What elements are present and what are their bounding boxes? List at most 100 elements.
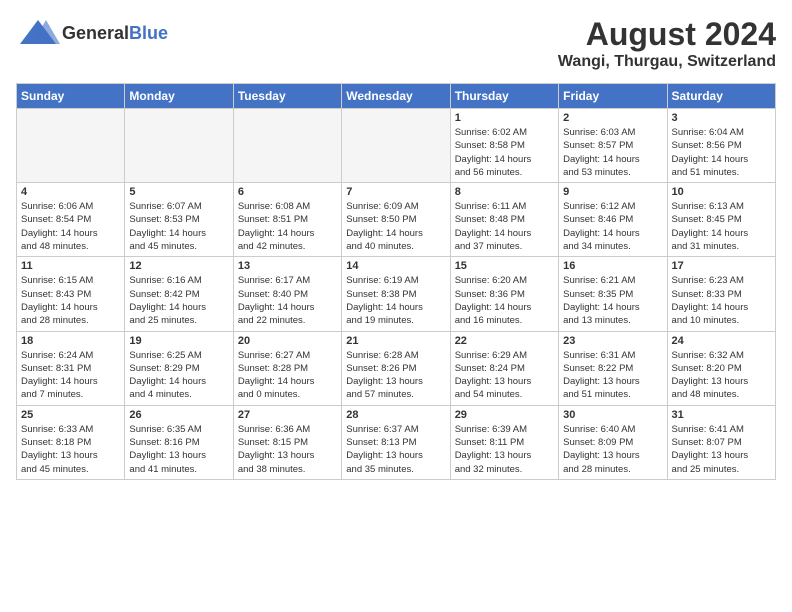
day-number: 26 [129, 409, 228, 421]
day-number: 7 [346, 186, 445, 198]
day-info: Sunrise: 6:37 AMSunset: 8:13 PMDaylight:… [346, 423, 445, 476]
calendar-cell: 17 Sunrise: 6:23 AMSunset: 8:33 PMDayligh… [667, 257, 775, 331]
day-number: 29 [455, 409, 554, 421]
day-number: 20 [238, 335, 337, 347]
day-info: Sunrise: 6:21 AMSunset: 8:35 PMDaylight:… [563, 274, 662, 327]
day-info: Sunrise: 6:40 AMSunset: 8:09 PMDaylight:… [563, 423, 662, 476]
day-header-monday: Monday [125, 84, 233, 109]
week-row-2: 4 Sunrise: 6:06 AMSunset: 8:54 PMDaylight… [17, 183, 776, 257]
day-info: Sunrise: 6:16 AMSunset: 8:42 PMDaylight:… [129, 274, 228, 327]
day-info: Sunrise: 6:36 AMSunset: 8:15 PMDaylight:… [238, 423, 337, 476]
day-info: Sunrise: 6:07 AMSunset: 8:53 PMDaylight:… [129, 200, 228, 253]
calendar-cell: 7 Sunrise: 6:09 AMSunset: 8:50 PMDaylight… [342, 183, 450, 257]
day-info: Sunrise: 6:20 AMSunset: 8:36 PMDaylight:… [455, 274, 554, 327]
day-info: Sunrise: 6:35 AMSunset: 8:16 PMDaylight:… [129, 423, 228, 476]
week-row-4: 18 Sunrise: 6:24 AMSunset: 8:31 PMDayligh… [17, 331, 776, 405]
day-info: Sunrise: 6:02 AMSunset: 8:58 PMDaylight:… [455, 126, 554, 179]
calendar-cell: 9 Sunrise: 6:12 AMSunset: 8:46 PMDaylight… [559, 183, 667, 257]
day-number: 16 [563, 260, 662, 272]
calendar-cell: 19 Sunrise: 6:25 AMSunset: 8:29 PMDayligh… [125, 331, 233, 405]
week-row-3: 11Sunrise: 6:15 AMSunset: 8:43 PMDayligh… [17, 257, 776, 331]
day-number: 12 [129, 260, 228, 272]
day-number: 18 [21, 335, 120, 347]
day-info: Sunrise: 6:11 AMSunset: 8:48 PMDaylight:… [455, 200, 554, 253]
day-info: Sunrise: 6:23 AMSunset: 8:33 PMDaylight:… [672, 274, 771, 327]
day-info: Sunrise: 6:31 AMSunset: 8:22 PMDaylight:… [563, 349, 662, 402]
calendar-cell [125, 109, 233, 183]
month-year: August 2024 [558, 16, 776, 53]
day-number: 3 [672, 112, 771, 124]
calendar-table: SundayMondayTuesdayWednesdayThursdayFrid… [16, 83, 776, 480]
day-info: Sunrise: 6:39 AMSunset: 8:11 PMDaylight:… [455, 423, 554, 476]
calendar-cell: 12 Sunrise: 6:16 AMSunset: 8:42 PMDayligh… [125, 257, 233, 331]
day-info: Sunrise: 6:24 AMSunset: 8:31 PMDaylight:… [21, 349, 120, 402]
day-number: 10 [672, 186, 771, 198]
calendar-cell: 5Sunrise: 6:07 AMSunset: 8:53 PMDaylight… [125, 183, 233, 257]
calendar-cell: 31Sunrise: 6:41 AMSunset: 8:07 PMDayligh… [667, 405, 775, 479]
day-number: 22 [455, 335, 554, 347]
logo-blue: Blue [129, 23, 168, 43]
day-info: Sunrise: 6:12 AMSunset: 8:46 PMDaylight:… [563, 200, 662, 253]
day-info: Sunrise: 6:32 AMSunset: 8:20 PMDaylight:… [672, 349, 771, 402]
day-info: Sunrise: 6:33 AMSunset: 8:18 PMDaylight:… [21, 423, 120, 476]
title-block: August 2024 Wangi, Thurgau, Switzerland [558, 16, 776, 71]
page-header: GeneralBlue August 2024 Wangi, Thurgau, … [16, 16, 776, 71]
calendar-cell [17, 109, 125, 183]
day-header-thursday: Thursday [450, 84, 558, 109]
day-number: 25 [21, 409, 120, 421]
calendar-cell [233, 109, 341, 183]
calendar-cell: 28 Sunrise: 6:37 AMSunset: 8:13 PMDayligh… [342, 405, 450, 479]
calendar-cell: 2Sunrise: 6:03 AMSunset: 8:57 PMDaylight… [559, 109, 667, 183]
calendar-cell: 11Sunrise: 6:15 AMSunset: 8:43 PMDayligh… [17, 257, 125, 331]
day-number: 8 [455, 186, 554, 198]
calendar-cell: 3 Sunrise: 6:04 AMSunset: 8:56 PMDaylight… [667, 109, 775, 183]
day-number: 13 [238, 260, 337, 272]
day-number: 21 [346, 335, 445, 347]
calendar-cell: 14Sunrise: 6:19 AMSunset: 8:38 PMDayligh… [342, 257, 450, 331]
day-info: Sunrise: 6:29 AMSunset: 8:24 PMDaylight:… [455, 349, 554, 402]
day-number: 9 [563, 186, 662, 198]
day-number: 2 [563, 112, 662, 124]
day-number: 1 [455, 112, 554, 124]
logo: GeneralBlue [16, 16, 168, 50]
day-number: 30 [563, 409, 662, 421]
day-info: Sunrise: 6:28 AMSunset: 8:26 PMDaylight:… [346, 349, 445, 402]
day-number: 6 [238, 186, 337, 198]
day-info: Sunrise: 6:04 AMSunset: 8:56 PMDaylight:… [672, 126, 771, 179]
calendar-cell: 1 Sunrise: 6:02 AMSunset: 8:58 PMDaylight… [450, 109, 558, 183]
day-info: Sunrise: 6:27 AMSunset: 8:28 PMDaylight:… [238, 349, 337, 402]
day-info: Sunrise: 6:08 AMSunset: 8:51 PMDaylight:… [238, 200, 337, 253]
day-number: 31 [672, 409, 771, 421]
calendar-cell: 22 Sunrise: 6:29 AMSunset: 8:24 PMDayligh… [450, 331, 558, 405]
day-header-sunday: Sunday [17, 84, 125, 109]
week-row-5: 25 Sunrise: 6:33 AMSunset: 8:18 PMDayligh… [17, 405, 776, 479]
day-header-saturday: Saturday [667, 84, 775, 109]
day-info: Sunrise: 6:13 AMSunset: 8:45 PMDaylight:… [672, 200, 771, 253]
calendar-cell: 27Sunrise: 6:36 AMSunset: 8:15 PMDayligh… [233, 405, 341, 479]
day-number: 17 [672, 260, 771, 272]
day-number: 14 [346, 260, 445, 272]
calendar-cell: 25 Sunrise: 6:33 AMSunset: 8:18 PMDayligh… [17, 405, 125, 479]
calendar-cell: 15 Sunrise: 6:20 AMSunset: 8:36 PMDayligh… [450, 257, 558, 331]
day-info: Sunrise: 6:25 AMSunset: 8:29 PMDaylight:… [129, 349, 228, 402]
calendar-cell: 16 Sunrise: 6:21 AMSunset: 8:35 PMDayligh… [559, 257, 667, 331]
day-info: Sunrise: 6:09 AMSunset: 8:50 PMDaylight:… [346, 200, 445, 253]
day-number: 15 [455, 260, 554, 272]
day-header-tuesday: Tuesday [233, 84, 341, 109]
calendar-cell: 29 Sunrise: 6:39 AMSunset: 8:11 PMDayligh… [450, 405, 558, 479]
day-number: 4 [21, 186, 120, 198]
day-info: Sunrise: 6:15 AMSunset: 8:43 PMDaylight:… [21, 274, 120, 327]
calendar-cell: 23 Sunrise: 6:31 AMSunset: 8:22 PMDayligh… [559, 331, 667, 405]
logo-general: General [62, 23, 129, 43]
day-number: 23 [563, 335, 662, 347]
calendar-cell: 30 Sunrise: 6:40 AMSunset: 8:09 PMDayligh… [559, 405, 667, 479]
calendar-cell: 6 Sunrise: 6:08 AMSunset: 8:51 PMDaylight… [233, 183, 341, 257]
location: Wangi, Thurgau, Switzerland [558, 53, 776, 71]
calendar-cell: 8 Sunrise: 6:11 AMSunset: 8:48 PMDaylight… [450, 183, 558, 257]
day-number: 28 [346, 409, 445, 421]
calendar-cell: 21 Sunrise: 6:28 AMSunset: 8:26 PMDayligh… [342, 331, 450, 405]
day-info: Sunrise: 6:06 AMSunset: 8:54 PMDaylight:… [21, 200, 120, 253]
day-number: 19 [129, 335, 228, 347]
day-header-friday: Friday [559, 84, 667, 109]
calendar-cell: 13Sunrise: 6:17 AMSunset: 8:40 PMDayligh… [233, 257, 341, 331]
